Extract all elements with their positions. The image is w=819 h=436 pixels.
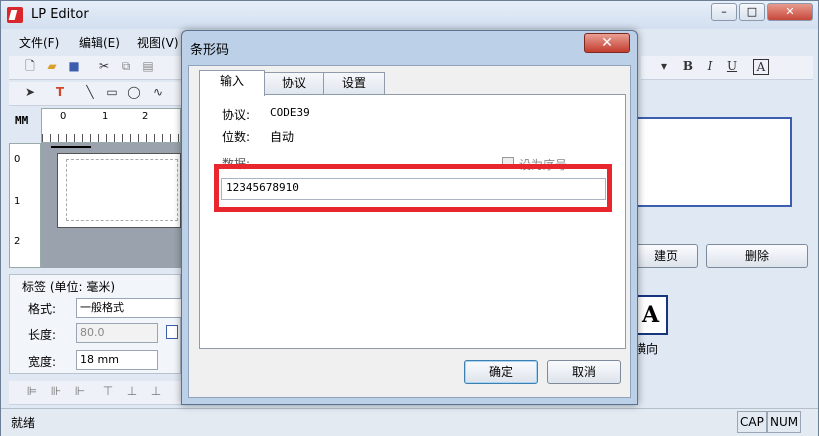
- ellipse-tool-icon[interactable]: ◯: [127, 85, 141, 99]
- vertical-ruler: 0 1 2: [9, 143, 41, 268]
- status-text: 就绪: [11, 416, 36, 430]
- standard-toolbar: 🗋 ▰ ■ ✂ ⧉ ▤: [9, 56, 181, 80]
- horizontal-ruler: 0 1 2: [41, 108, 181, 143]
- tab-input[interactable]: 输入: [199, 70, 265, 96]
- menu-view[interactable]: 视图(V): [137, 34, 179, 51]
- app-logo-icon: [7, 7, 23, 23]
- menu-file[interactable]: 文件(F): [19, 34, 59, 51]
- dialog-close-button[interactable]: ✕: [584, 33, 630, 53]
- align-top-icon[interactable]: ⊤: [101, 384, 115, 398]
- cancel-button[interactable]: 取消: [547, 360, 621, 384]
- align-right-icon[interactable]: ⊩: [73, 384, 87, 398]
- title-bar: LP Editor – □ ✕: [1, 1, 818, 29]
- menu-edit[interactable]: 编辑(E): [79, 34, 120, 51]
- format-toolbar: ▾ B I U A: [641, 56, 813, 80]
- cut-icon[interactable]: ✂: [97, 59, 111, 73]
- width-select[interactable]: 18 mm: [76, 350, 158, 370]
- ruler-tick: 2: [142, 111, 149, 122]
- close-button[interactable]: ✕: [767, 3, 813, 21]
- delete-button[interactable]: 删除: [706, 244, 808, 268]
- paste-icon[interactable]: ▤: [141, 59, 155, 73]
- ruler-tick: 0: [14, 154, 21, 165]
- protocol-value: CODE39: [270, 106, 310, 119]
- status-bar: 就绪 CAP NUM: [1, 408, 818, 436]
- margin-arrow-icon: [51, 146, 91, 148]
- new-page-button[interactable]: 建页: [634, 244, 698, 268]
- dialog-body: 输入 协议 设置 协议: CODE39 位数: 自动 数据: 设为序号 1234…: [188, 65, 631, 398]
- align-toolbar: ⊫ ⊪ ⊩ ⊤ ⊥ ⊥: [9, 381, 181, 405]
- minimize-button[interactable]: –: [711, 3, 737, 21]
- ruler-tick: 1: [14, 196, 21, 207]
- landscape-icon[interactable]: A: [634, 295, 668, 335]
- landscape-glyph-icon: A: [642, 302, 660, 328]
- align-center-icon[interactable]: ⊪: [49, 384, 63, 398]
- format-label: 格式:: [28, 302, 57, 316]
- label-paper[interactable]: [57, 153, 181, 228]
- line-tool-icon[interactable]: ╲: [83, 85, 97, 99]
- align-middle-icon[interactable]: ⊥: [125, 384, 139, 398]
- rectangle-tool-icon[interactable]: ▭: [105, 85, 119, 99]
- ruler-tick: 0: [60, 111, 67, 122]
- length-field[interactable]: 80.0: [76, 323, 158, 343]
- bold-button[interactable]: B: [681, 59, 695, 73]
- dialog-title: 条形码: [190, 43, 230, 58]
- preview-pane[interactable]: [634, 117, 792, 207]
- label-settings-panel: 标签 (单位: 毫米) 格式: 一般格式 长度: 80.0 宽度: 18 mm: [9, 274, 182, 374]
- ruler-tick: 2: [14, 236, 21, 247]
- tab-protocol[interactable]: 协议: [263, 72, 325, 95]
- save-icon[interactable]: ■: [67, 59, 81, 73]
- open-folder-icon[interactable]: ▰: [45, 59, 59, 73]
- design-canvas[interactable]: [41, 143, 181, 268]
- ok-button[interactable]: 确定: [464, 360, 538, 384]
- window-title: LP Editor: [31, 7, 89, 22]
- protocol-label: 协议:: [222, 108, 251, 122]
- digits-value: 自动: [270, 130, 295, 144]
- format-select[interactable]: 一般格式: [76, 298, 182, 318]
- tab-settings[interactable]: 设置: [323, 72, 385, 95]
- align-bottom-icon[interactable]: ⊥: [149, 384, 163, 398]
- text-tool-icon[interactable]: T: [53, 85, 67, 99]
- caps-lock-indicator: CAP: [737, 411, 767, 433]
- highlight-annotation: [214, 164, 612, 212]
- width-label: 宽度:: [28, 355, 57, 369]
- ruler-unit-label: MM: [15, 114, 29, 127]
- drawing-toolbar: ➤ T ╲ ▭ ◯ ∿: [9, 82, 181, 106]
- barcode-dialog: 条形码 ✕ 输入 协议 设置 协议: CODE39 位数: 自动 数据: 设为序…: [181, 30, 638, 405]
- curve-tool-icon[interactable]: ∿: [151, 85, 165, 99]
- length-label: 长度:: [28, 328, 57, 342]
- new-file-icon[interactable]: 🗋: [23, 59, 37, 73]
- num-lock-indicator: NUM: [767, 411, 802, 433]
- maximize-button[interactable]: □: [739, 3, 765, 21]
- underline-button[interactable]: U: [725, 59, 739, 73]
- label-panel-title: 标签 (单位: 毫米): [22, 280, 116, 294]
- input-tab-panel: 协议: CODE39 位数: 自动 数据: 设为序号 12345678910: [199, 94, 626, 349]
- align-left-icon[interactable]: ⊫: [25, 384, 39, 398]
- pointer-icon[interactable]: ➤: [23, 85, 37, 99]
- length-checkbox[interactable]: [166, 325, 178, 339]
- font-style-button[interactable]: A: [753, 59, 769, 75]
- dropdown-arrow-icon[interactable]: ▾: [657, 59, 671, 73]
- copy-icon[interactable]: ⧉: [119, 59, 133, 73]
- digits-label: 位数:: [222, 130, 251, 144]
- italic-button[interactable]: I: [703, 59, 717, 73]
- ruler-tick: 1: [102, 111, 109, 122]
- label-print-area: [66, 159, 178, 221]
